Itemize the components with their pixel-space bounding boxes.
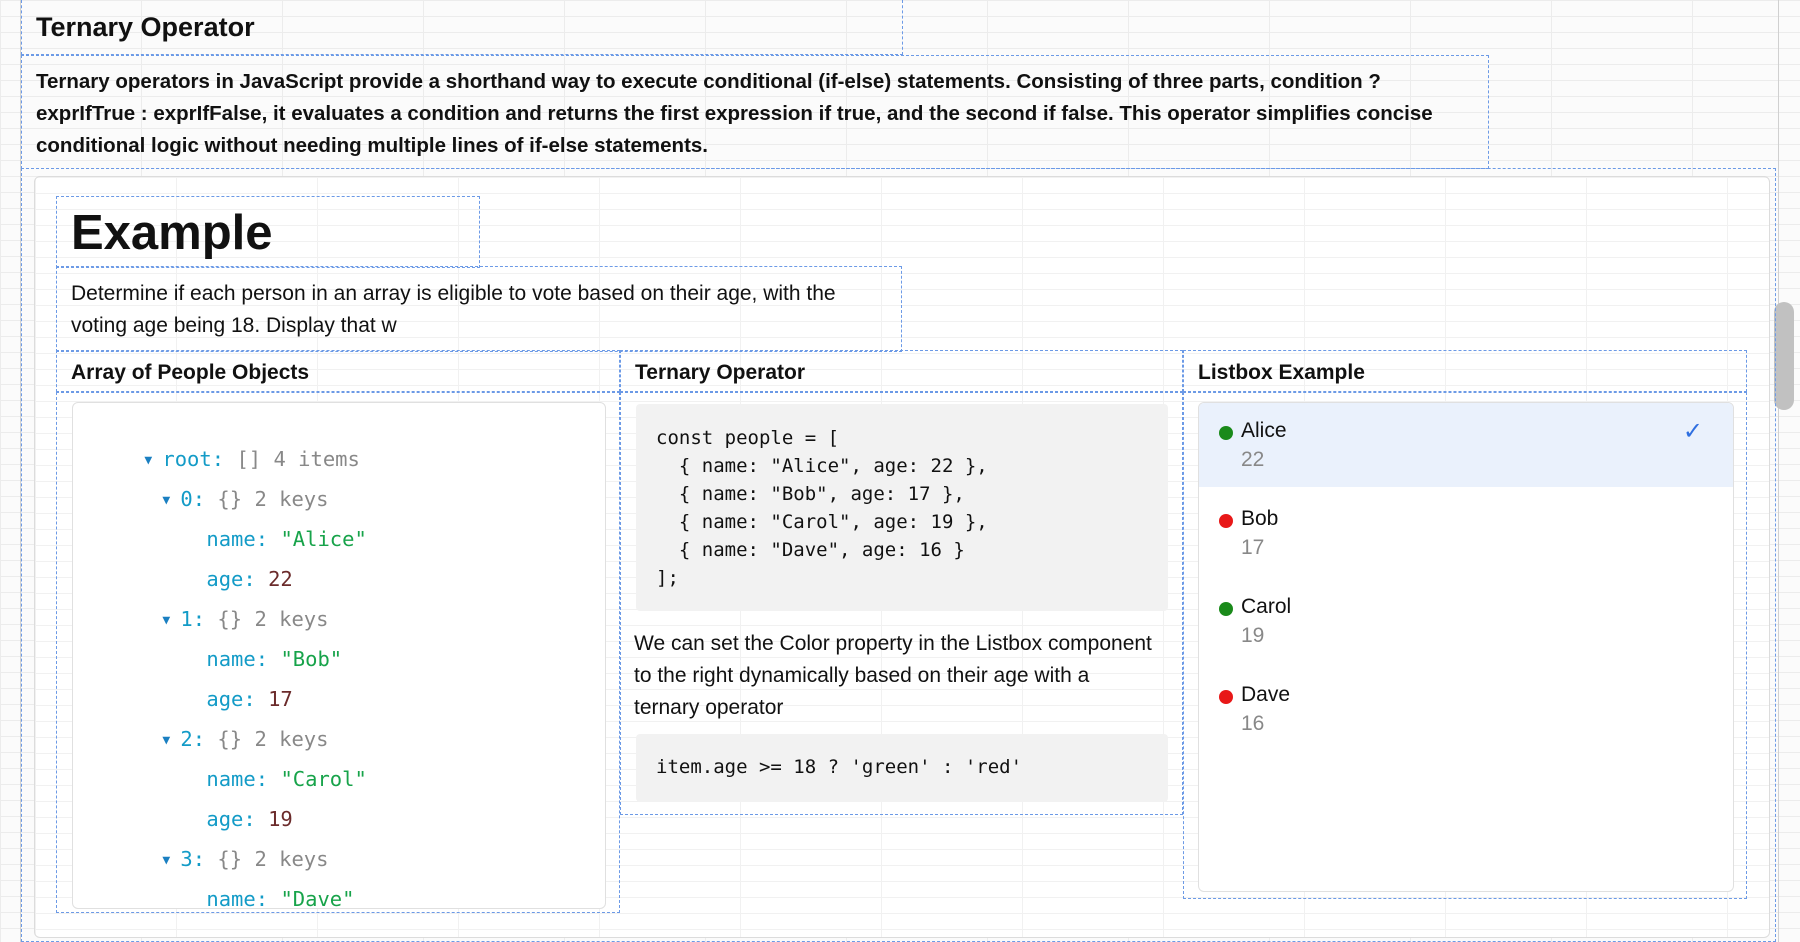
listbox-item-age: 17 [1241, 536, 1265, 559]
ternary-explanation: We can set the Color property in the Lis… [634, 632, 1152, 719]
listbox-item-name: Dave [1241, 683, 1291, 706]
json-string-value: "Alice" [280, 527, 367, 551]
intro-text-container: Ternary operators in JavaScript provide … [21, 55, 1489, 169]
example-description: Determine if each person in an array is … [71, 282, 836, 337]
expression-code-block: item.age >= 18 ? 'green' : 'red' [636, 734, 1168, 802]
listbox-item-age: 22 [1241, 448, 1265, 471]
page-title-container: Ternary Operator [21, 0, 903, 55]
status-dot-icon [1219, 426, 1233, 440]
json-string-value: "Dave" [280, 887, 355, 909]
ternary-expression: item.age >= 18 ? 'green' : 'red' [656, 756, 1023, 778]
intro-text: Ternary operators in JavaScript provide … [36, 70, 1433, 157]
checkmark-icon: ✓ [1682, 418, 1703, 445]
listbox-item-name: Carol [1241, 595, 1292, 618]
listbox-item-age: 16 [1241, 712, 1265, 735]
status-dot-icon [1219, 602, 1233, 616]
json-key: name: [206, 887, 269, 909]
people-listbox: Alice 22 ✓ Bob 17 Carol 19 Dave 16 [1198, 402, 1734, 892]
listbox-item-bob[interactable]: Bob 17 [1199, 491, 1733, 575]
code-block: const people = [ { name: "Alice", age: 2… [636, 404, 1168, 611]
listbox-item-name: Alice [1241, 419, 1287, 442]
status-dot-icon [1219, 690, 1233, 704]
status-dot-icon [1219, 514, 1233, 528]
json-property-row: name: "Dave" [157, 863, 355, 909]
example-description-container: Determine if each person in an array is … [56, 266, 902, 352]
example-title-container: Example [56, 196, 480, 268]
listbox-item-carol[interactable]: Carol 19 [1199, 579, 1733, 663]
scrollbar-thumb[interactable] [1774, 302, 1794, 410]
code-snippet: const people = [ { name: "Alice", age: 2… [656, 427, 988, 589]
example-title: Example [71, 206, 273, 260]
page-title: Ternary Operator [36, 12, 255, 42]
column-header-ternary: Ternary Operator [620, 350, 1183, 392]
listbox-item-age: 19 [1241, 624, 1265, 647]
column-header-ternary-label: Ternary Operator [635, 361, 805, 384]
column-header-listbox-label: Listbox Example [1198, 361, 1365, 384]
listbox-item-dave[interactable]: Dave 16 [1199, 667, 1733, 751]
listbox-item-name: Bob [1241, 507, 1279, 530]
column-header-array: Array of People Objects [56, 350, 620, 392]
json-string-value: "Carol" [280, 767, 367, 791]
column-header-array-label: Array of People Objects [71, 361, 310, 384]
json-viewer: ▼ root: [] 4 items ▼ 0: {} 2 keys name: "A… [72, 402, 606, 909]
listbox-item-alice[interactable]: Alice 22 ✓ [1199, 403, 1733, 487]
column-header-listbox: Listbox Example [1183, 350, 1747, 392]
